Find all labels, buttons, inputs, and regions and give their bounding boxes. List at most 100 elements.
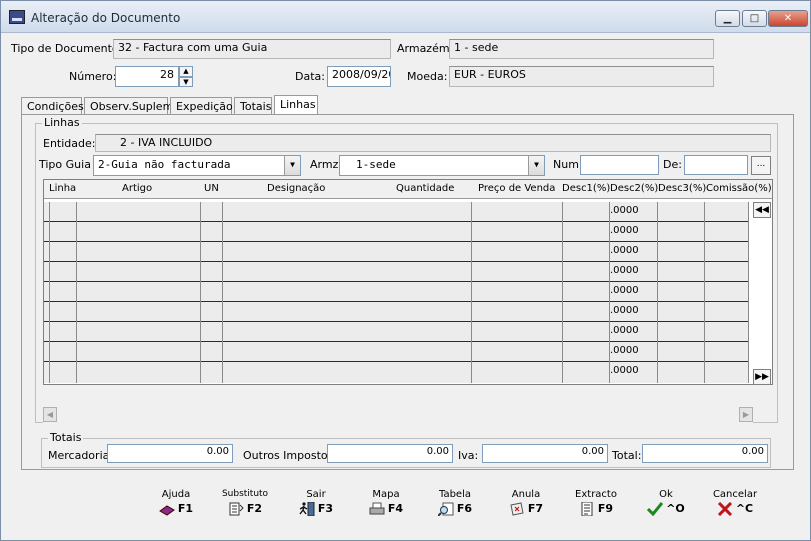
col-preco-venda[interactable]: Preço de Venda <box>478 183 555 194</box>
mapa-caption: Mapa <box>372 489 400 500</box>
iva-label: Iva: <box>458 449 479 462</box>
moeda-label: Moeda: <box>407 70 448 83</box>
col-desc2[interactable]: Desc2(%) <box>610 183 658 194</box>
scroll-first-icon[interactable]: ◀◀ <box>753 202 771 218</box>
anula-caption: Anula <box>511 489 541 500</box>
extracto-key: F9 <box>597 502 614 515</box>
linhas-group-title: Linhas <box>42 116 82 129</box>
search-table-icon <box>437 502 454 516</box>
scroll-right-icon[interactable]: ▶ <box>739 407 753 422</box>
anula-key: F7 <box>527 502 544 515</box>
substituto-button[interactable]: Substituto F2 <box>210 489 280 533</box>
substituto-caption: Substituto <box>221 489 269 499</box>
desc1-cell[interactable]: .0000 <box>610 285 639 296</box>
col-designacao[interactable]: Designação <box>267 183 325 194</box>
desc1-cell[interactable]: .0000 <box>610 245 639 256</box>
ajuda-caption: Ajuda <box>161 489 191 500</box>
desc1-cell[interactable]: .0000 <box>610 205 639 216</box>
maximize-button[interactable]: □ <box>742 10 767 27</box>
numero-input[interactable]: 28 <box>115 66 179 87</box>
mapa-key: F4 <box>387 502 404 515</box>
printer-icon <box>369 502 385 515</box>
armz-value: 1-sede <box>356 158 396 171</box>
de-label: De: <box>663 158 682 171</box>
minimize-button[interactable]: ▁ <box>715 10 740 27</box>
linhas-grid[interactable]: Linha Artigo UN Designação Quantidade Pr… <box>43 179 773 385</box>
ok-button[interactable]: Ok ^O <box>631 489 701 533</box>
extracto-caption: Extracto <box>575 489 617 500</box>
substituto-key: F2 <box>246 502 263 515</box>
close-button[interactable]: ✕ <box>768 10 808 27</box>
desc1-cell[interactable]: .0000 <box>610 265 639 276</box>
col-desc3[interactable]: Desc3(%) <box>658 183 706 194</box>
num-input[interactable] <box>580 155 659 175</box>
tabela-button[interactable]: Tabela F6 <box>420 489 490 533</box>
window-title: Alteração do Documento <box>31 11 181 25</box>
iva-value: 0.00 <box>482 444 608 463</box>
col-quantidade[interactable]: Quantidade <box>396 183 454 194</box>
sair-button[interactable]: Sair F3 <box>281 489 351 533</box>
extracto-button[interactable]: Extracto F9 <box>561 489 631 533</box>
replace-icon <box>229 502 244 516</box>
entidade-field: 2 - IVA INCLUIDO <box>95 134 771 152</box>
desc1-cell[interactable]: .0000 <box>610 225 639 236</box>
ajuda-button[interactable]: Ajuda F1 <box>141 489 211 533</box>
cancelar-caption: Cancelar <box>712 489 758 500</box>
total-value: 0.00 <box>642 444 768 463</box>
chevron-down-icon[interactable]: ▼ <box>528 156 544 175</box>
col-un[interactable]: UN <box>204 183 219 194</box>
book-icon <box>158 505 175 516</box>
de-input[interactable] <box>684 155 748 175</box>
cancelar-key: ^C <box>735 502 754 515</box>
tipo-guia-select[interactable]: 2-Guia não facturada ▼ <box>93 155 301 176</box>
armazem-label: Armazém: <box>397 42 454 55</box>
outros-impostos-value: 0.00 <box>327 444 453 463</box>
sair-caption: Sair <box>306 489 326 500</box>
mercadoria-label: Mercadoria: <box>48 449 114 462</box>
numero-label: Número: <box>69 70 117 83</box>
desc1-cell[interactable]: .0000 <box>610 305 639 316</box>
col-desc1[interactable]: Desc1(%) <box>562 183 610 194</box>
col-comissao[interactable]: Comissão(%) <box>706 183 772 194</box>
mercadoria-value: 0.00 <box>107 444 233 463</box>
numero-up-button[interactable]: ▲ <box>179 66 193 77</box>
scroll-last-icon[interactable]: ▶▶ <box>753 369 771 384</box>
cancel-doc-icon <box>510 502 524 516</box>
data-input[interactable]: 2008/09/20 <box>327 66 391 87</box>
tab-condicoes[interactable]: Condições <box>21 97 84 115</box>
tab-linhas[interactable]: Linhas <box>274 95 318 116</box>
col-linha[interactable]: Linha <box>49 183 76 194</box>
armz-label: Armz. <box>310 158 342 171</box>
scroll-left-icon[interactable]: ◀ <box>43 407 57 422</box>
tab-expedicao[interactable]: Expedição <box>170 97 233 115</box>
cross-icon <box>717 502 732 516</box>
tipo-documento-field: 32 - Factura com uma Guia <box>113 39 391 59</box>
armz-select[interactable]: 1-sede ▼ <box>339 155 545 176</box>
tabela-caption: Tabela <box>439 489 471 500</box>
chevron-down-icon[interactable]: ▼ <box>284 156 300 175</box>
data-label: Data: <box>295 70 325 83</box>
exit-icon <box>299 502 315 516</box>
document-window: Alteração do Documento ▁ □ ✕ Tipo de Doc… <box>0 0 811 541</box>
desc1-cell[interactable]: .0000 <box>610 365 639 376</box>
numero-down-button[interactable]: ▼ <box>179 77 193 87</box>
tabela-key: F6 <box>456 502 473 515</box>
anula-button[interactable]: Anula F7 <box>491 489 561 533</box>
checkmark-icon <box>647 502 664 516</box>
desc1-cell[interactable]: .0000 <box>610 345 639 356</box>
grid-body: .0000 .0000 .0000 .0000 .0000 .0000 .000… <box>44 202 749 383</box>
horizontal-scrollbar[interactable]: ◀ ▶ <box>43 407 753 423</box>
moeda-field: EUR - EUROS <box>449 66 714 87</box>
app-icon <box>9 10 25 24</box>
cancelar-button[interactable]: Cancelar ^C <box>700 489 770 533</box>
mapa-button[interactable]: Mapa F4 <box>351 489 421 533</box>
tab-totais[interactable]: Totais <box>234 97 272 115</box>
tipo-guia-label: Tipo Guia <box>39 158 91 171</box>
browse-button[interactable]: ... <box>751 156 771 175</box>
grid-header: Linha Artigo UN Designação Quantidade Pr… <box>44 180 772 199</box>
desc1-cell[interactable]: .0000 <box>610 325 639 336</box>
sair-key: F3 <box>317 502 334 515</box>
ok-key: ^O <box>666 502 685 515</box>
tab-observ-suplem[interactable]: Observ.Suplem. <box>84 97 177 115</box>
col-artigo[interactable]: Artigo <box>122 183 152 194</box>
